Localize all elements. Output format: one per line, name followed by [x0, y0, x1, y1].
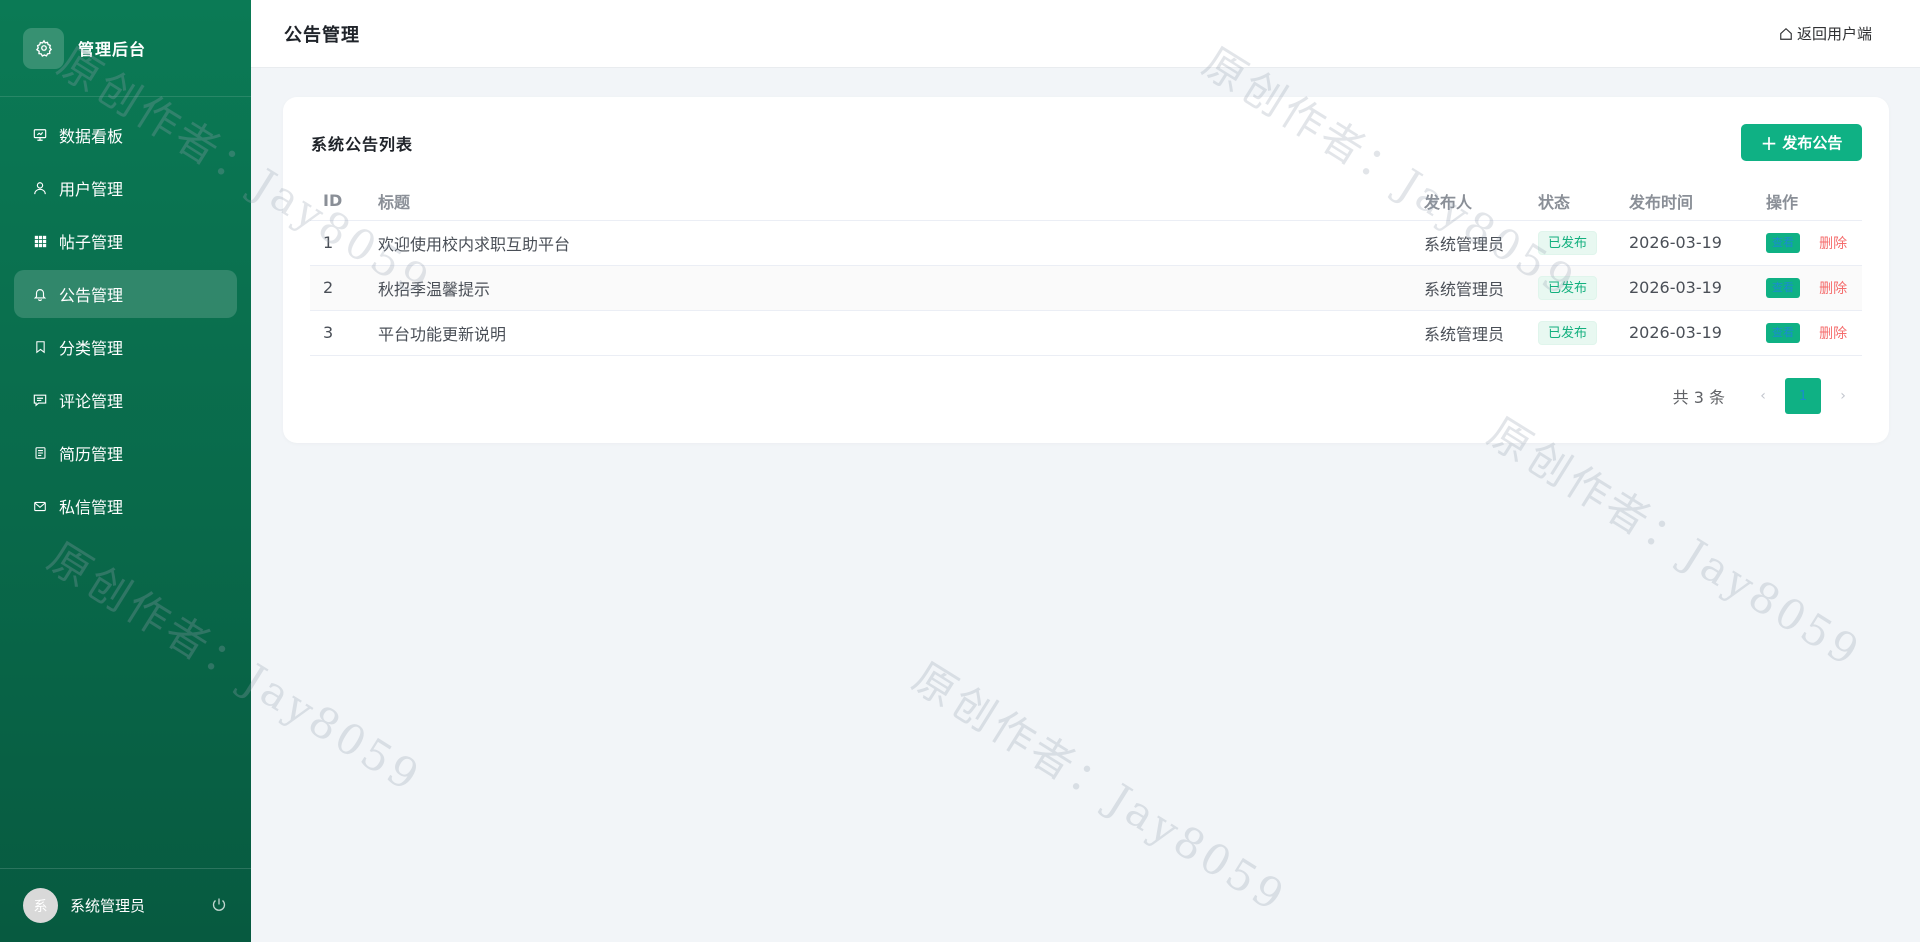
cell-publisher: 系统管理员 — [1424, 220, 1538, 266]
sidebar-item-messages[interactable]: 私信管理 — [14, 482, 237, 530]
card-title: 系统公告列表 — [311, 135, 414, 154]
pagination: 共 3 条 ‹ 1 › — [1673, 378, 1853, 414]
sidebar-item-comments[interactable]: 评论管理 — [14, 376, 237, 424]
column-header-actions: 操作 — [1766, 182, 1862, 221]
cell-publisher: 系统管理员 — [1424, 310, 1538, 356]
status-badge: 已发布 — [1538, 230, 1598, 255]
sidebar-item-users[interactable]: 用户管理 — [14, 164, 237, 212]
chevron-left-icon[interactable]: ‹ — [1753, 388, 1773, 404]
delete-button[interactable]: 删除 — [1819, 323, 1847, 343]
page-title: 公告管理 — [284, 24, 360, 46]
sidebar-item-announcements[interactable]: 公告管理 — [14, 270, 237, 318]
cell-actions: 查看 删除 — [1766, 265, 1862, 311]
sidebar-item-label: 简历管理 — [59, 445, 124, 464]
cell-title: 秋招季温馨提示 — [378, 265, 1424, 311]
cell-title: 平台功能更新说明 — [378, 310, 1424, 356]
table-row: 3 平台功能更新说明 系统管理员 已发布 2026-03-19 查看 删除 — [310, 310, 1862, 356]
avatar: 系 — [23, 888, 58, 923]
column-header-publisher: 发布人 — [1424, 182, 1538, 221]
column-header-time: 发布时间 — [1629, 182, 1766, 221]
brand: 管理后台 — [0, 0, 251, 97]
mail-icon — [32, 498, 48, 514]
back-link-label: 返回用户端 — [1796, 25, 1872, 43]
view-button[interactable]: 查看 — [1766, 232, 1800, 253]
sidebar-item-label: 评论管理 — [59, 392, 124, 411]
sidebar-nav: 数据看板 用户管理 帖子管理 公告管理 分类管理 评论管理 简历管理 私信管理 — [0, 97, 251, 530]
top-header: 公告管理 返回用户端 — [251, 0, 1920, 68]
table-header-row: ID 标题 发布人 状态 发布时间 操作 — [310, 182, 1862, 221]
column-header-id: ID — [310, 182, 378, 221]
sidebar-item-label: 用户管理 — [59, 180, 124, 199]
sidebar-item-label: 帖子管理 — [59, 233, 124, 252]
table-row: 1 欢迎使用校内求职互助平台 系统管理员 已发布 2026-03-19 查看 删… — [310, 220, 1862, 266]
chevron-right-icon[interactable]: › — [1833, 388, 1853, 404]
user-icon — [32, 180, 48, 196]
delete-button[interactable]: 删除 — [1819, 278, 1847, 298]
sidebar-item-label: 私信管理 — [59, 498, 124, 517]
publish-announcement-button[interactable]: + 发布公告 — [1741, 124, 1862, 161]
plus-icon: + — [1760, 130, 1778, 155]
cell-time: 2026-03-19 — [1629, 220, 1766, 266]
cell-publisher: 系统管理员 — [1424, 265, 1538, 311]
brand-title: 管理后台 — [78, 40, 147, 59]
cell-actions: 查看 删除 — [1766, 310, 1862, 356]
sidebar-item-label: 分类管理 — [59, 339, 124, 358]
table-row: 2 秋招季温馨提示 系统管理员 已发布 2026-03-19 查看 删除 — [310, 265, 1862, 311]
sidebar-footer: 系 系统管理员 — [0, 868, 251, 942]
sidebar-item-resumes[interactable]: 简历管理 — [14, 429, 237, 477]
column-header-status: 状态 — [1538, 182, 1629, 221]
cell-time: 2026-03-19 — [1629, 310, 1766, 356]
cell-status: 已发布 — [1538, 310, 1629, 356]
sidebar-item-categories[interactable]: 分类管理 — [14, 323, 237, 371]
sidebar-item-label: 数据看板 — [59, 127, 124, 146]
cell-status: 已发布 — [1538, 220, 1629, 266]
home-icon — [1780, 27, 1792, 40]
dashboard-icon — [32, 127, 48, 143]
comment-icon — [32, 392, 48, 408]
power-icon[interactable] — [211, 897, 229, 915]
bell-icon — [32, 286, 48, 302]
cell-time: 2026-03-19 — [1629, 265, 1766, 311]
delete-button[interactable]: 删除 — [1819, 233, 1847, 253]
sidebar: 管理后台 数据看板 用户管理 帖子管理 公告管理 分类管理 评论管理 简历管理 … — [0, 0, 251, 942]
view-button[interactable]: 查看 — [1766, 277, 1800, 298]
cell-id: 1 — [310, 220, 378, 266]
column-header-title: 标题 — [378, 182, 1424, 221]
view-button[interactable]: 查看 — [1766, 322, 1800, 343]
gear-icon — [23, 27, 64, 69]
sidebar-item-dashboard[interactable]: 数据看板 — [14, 111, 237, 159]
back-to-user-link[interactable]: 返回用户端 — [1779, 23, 1872, 44]
cell-id: 2 — [310, 265, 378, 311]
cell-status: 已发布 — [1538, 265, 1629, 311]
pagination-total: 共 3 条 — [1672, 388, 1725, 407]
watermark: 原创作者：Jay8059 — [904, 652, 1296, 923]
page-button-current[interactable]: 1 — [1785, 378, 1821, 414]
cell-title: 欢迎使用校内求职互助平台 — [378, 220, 1424, 266]
grid-icon — [32, 233, 48, 249]
publish-button-label: 发布公告 — [1782, 134, 1843, 152]
announcement-card: 系统公告列表 + 发布公告 ID 标题 发布人 状态 发布时间 操作 1 欢迎使… — [283, 97, 1889, 443]
sidebar-item-label: 公告管理 — [59, 286, 124, 305]
sidebar-item-posts[interactable]: 帖子管理 — [14, 217, 237, 265]
status-badge: 已发布 — [1538, 320, 1598, 345]
cell-id: 3 — [310, 310, 378, 356]
announcement-table: ID 标题 发布人 状态 发布时间 操作 1 欢迎使用校内求职互助平台 系统管理… — [310, 182, 1862, 356]
current-username: 系统管理员 — [70, 897, 146, 915]
bookmark-icon — [32, 339, 48, 355]
document-icon — [32, 445, 48, 461]
status-badge: 已发布 — [1538, 275, 1598, 300]
cell-actions: 查看 删除 — [1766, 220, 1862, 266]
